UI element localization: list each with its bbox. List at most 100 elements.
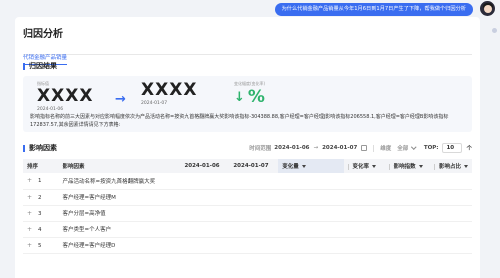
analysis-panel: 归因分析 代销金融产品销量 归因结果 指标值 XXXX 2024-01-06 →… <box>15 17 480 278</box>
expand-icon[interactable]: + <box>27 194 32 201</box>
table-cell <box>343 189 385 206</box>
table-cell <box>180 205 230 222</box>
top-label: TOP: <box>423 145 439 151</box>
factor-cell: 客户分层=高净值 <box>58 205 181 222</box>
table-cell <box>384 173 431 190</box>
chevron-down-icon <box>411 144 417 150</box>
column-separator <box>347 163 349 170</box>
date-range-picker[interactable]: 2024-01-06 → 2024-01-07 <box>274 143 368 153</box>
col-date-2: 2024-01-07 <box>229 159 279 173</box>
rank-cell: +3 <box>23 205 59 222</box>
expand-icon[interactable]: + <box>27 210 32 217</box>
rank-cell: +5 <box>23 237 59 254</box>
col-factor: 影响因素 <box>58 159 181 173</box>
metric-after-value: XXXX <box>141 80 198 100</box>
dimension-select[interactable]: 维度 全部 <box>380 144 417 152</box>
change-value-row: ↓ % <box>234 87 265 107</box>
col-impact-index-label: 影响指数 <box>393 164 416 170</box>
table-cell <box>180 173 230 190</box>
factor-cell: 客户经理=客户经理D <box>58 237 181 254</box>
metric-change: 变化幅度(变化率) ↓ % <box>234 81 265 107</box>
metric-before: 指标值 XXXX 2024-01-06 <box>37 81 93 112</box>
table-cell <box>180 221 230 238</box>
rank-cell: +1 <box>23 173 59 190</box>
rank-cell: +2 <box>23 189 59 206</box>
table-cell <box>384 221 431 238</box>
factors-section-header: 影响因素 时间范围 2024-01-06 → 2024-01-07 维度 全部 … <box>23 143 472 153</box>
user-avatar[interactable] <box>480 1 495 16</box>
col-impact-index[interactable]: 影响指数 <box>384 159 431 173</box>
arrow-right-icon: → <box>115 92 126 107</box>
table-header-row: 排序 影响因素 2024-01-06 2024-01-07 变化量 变化率 影响… <box>23 159 472 173</box>
table-cell <box>180 237 230 254</box>
table-row[interactable]: +4 客户类型=个人客户 <box>23 221 472 238</box>
table-cell <box>278 173 344 190</box>
col-date-1: 2024-01-06 <box>180 159 230 173</box>
factors-table: 排序 影响因素 2024-01-06 2024-01-07 变化量 变化率 影响… <box>23 159 472 254</box>
table-cell <box>278 205 344 222</box>
result-title-text: 归因结果 <box>29 62 57 70</box>
col-change-amount-label: 变化量 <box>282 164 299 170</box>
table-cell <box>430 173 472 190</box>
rank-value: 2 <box>38 194 42 201</box>
dimension-placeholder: 全部 <box>397 146 409 152</box>
metric-before-date: 2024-01-06 <box>37 107 64 112</box>
date-range-separator: → <box>313 145 319 151</box>
expand-icon[interactable]: + <box>27 226 32 233</box>
metric-before-value: XXXX <box>37 86 94 106</box>
sort-icon[interactable] <box>418 165 423 168</box>
factor-cell: 产品活动名称=按资九首格翻牌赢大奖 <box>58 173 181 190</box>
table-cell <box>229 189 279 206</box>
table-cell <box>343 237 385 254</box>
sort-icon[interactable] <box>464 165 468 168</box>
expand-icon[interactable]: + <box>27 177 32 184</box>
col-change-rate[interactable]: 变化率 <box>343 159 385 173</box>
table-cell <box>229 237 279 254</box>
section-marker-icon <box>23 144 25 152</box>
col-change-rate-label: 变化率 <box>352 164 370 170</box>
factor-cell: 客户类型=个人客户 <box>58 221 181 238</box>
table-cell <box>384 205 431 222</box>
date-end[interactable]: 2024-01-07 <box>322 145 357 151</box>
table-row[interactable]: +1 产品活动名称=按资九首格翻牌赢大奖 <box>23 173 472 190</box>
table-cell <box>278 237 344 254</box>
sort-icon[interactable] <box>301 165 306 168</box>
col-rank: 排序 <box>23 159 59 173</box>
table-cell <box>229 221 279 238</box>
time-range-label: 时间范围 <box>249 146 272 152</box>
rank-value: 3 <box>38 210 42 217</box>
table-row[interactable]: +3 客户分层=高净值 <box>23 205 472 222</box>
change-percent: % <box>247 87 265 107</box>
expand-icon[interactable]: + <box>27 242 32 249</box>
table-row[interactable]: +2 客户经理=客户经理M <box>23 189 472 206</box>
column-separator <box>388 163 390 170</box>
rank-value: 4 <box>38 226 42 233</box>
col-change-amount[interactable]: 变化量 <box>278 159 344 173</box>
calendar-icon[interactable] <box>361 145 368 151</box>
table-cell <box>180 189 230 206</box>
section-marker-icon <box>23 62 25 70</box>
table-cell <box>384 237 431 254</box>
table-cell <box>278 221 344 238</box>
col-impact-share-label: 影响占比 <box>438 164 461 170</box>
filter-divider <box>373 144 375 152</box>
sort-icon[interactable] <box>372 165 377 168</box>
table-cell <box>430 205 472 222</box>
table-cell <box>229 205 279 222</box>
side-indicator-icon <box>492 28 497 33</box>
date-start[interactable]: 2024-01-06 <box>274 145 309 151</box>
rank-value: 5 <box>38 242 42 249</box>
table-cell <box>343 173 385 190</box>
table-cell <box>229 173 279 190</box>
table-row[interactable]: +5 客户经理=客户经理D <box>23 237 472 254</box>
rank-value: 1 <box>38 178 42 185</box>
rank-cell: +4 <box>23 221 59 238</box>
table-cell <box>430 237 472 254</box>
top-n-input[interactable]: 10 <box>442 143 463 153</box>
arrow-down-icon: ↓ <box>234 89 245 105</box>
col-impact-share[interactable]: 影响占比 <box>430 159 472 173</box>
top-unit: 个 <box>466 146 472 152</box>
metric-after-date: 2024-01-07 <box>141 101 168 106</box>
factor-cell: 客户经理=客户经理M <box>58 189 181 206</box>
top-n-control: TOP: 10 个 <box>424 143 472 153</box>
